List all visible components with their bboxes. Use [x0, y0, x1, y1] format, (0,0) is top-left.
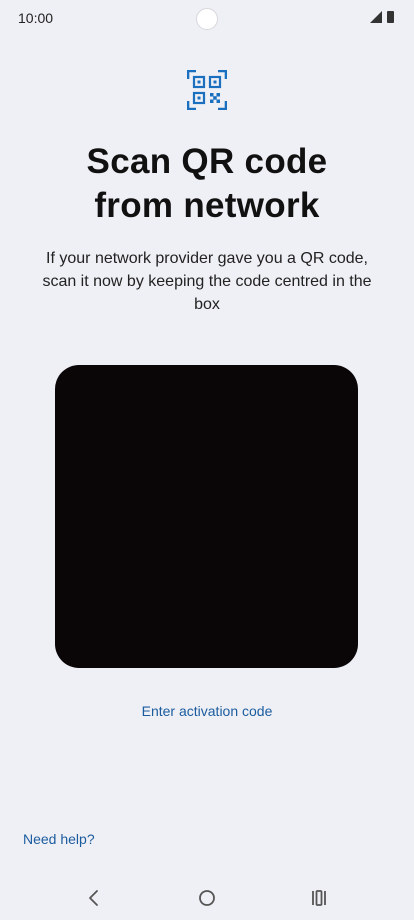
page-description: If your network provider gave you a QR c… — [42, 250, 372, 313]
status-time: 10:00 — [18, 10, 54, 26]
navigation-bar — [0, 872, 414, 920]
status-bar: 10:00 — [0, 0, 414, 36]
setup-screen: 10:00 Scan QR code from network If your … — [0, 0, 414, 920]
camera-cutout — [196, 8, 218, 30]
camera-viewfinder — [55, 365, 358, 668]
battery-icon — [387, 11, 394, 23]
signal-icon — [370, 11, 382, 23]
enter-activation-code-link[interactable]: Enter activation code — [0, 703, 414, 719]
qr-scan-icon — [187, 70, 227, 110]
home-circle-icon[interactable] — [195, 886, 219, 910]
back-chevron-icon[interactable] — [82, 886, 106, 910]
page-title: Scan QR code from network — [86, 142, 328, 225]
recents-icon[interactable] — [307, 886, 331, 910]
need-help-link[interactable]: Need help? — [23, 831, 95, 847]
